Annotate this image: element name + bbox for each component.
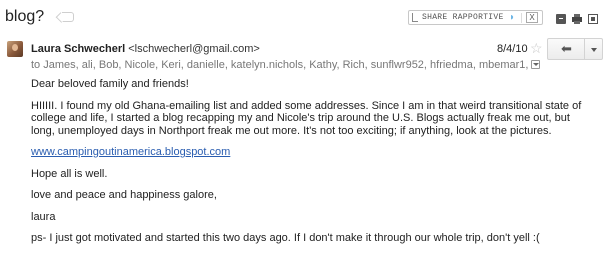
show-details-icon[interactable]: [531, 60, 541, 69]
body-paragraph: HIIIII. I found my old Ghana-emailing li…: [31, 99, 582, 137]
reply-button[interactable]: ⬅: [547, 38, 585, 60]
message-body: Dear beloved family and friends! HIIIII.…: [31, 78, 591, 254]
hope-line: Hope all is well.: [31, 167, 108, 180]
sender-line: Laura Schwecherl <lschwecherl@gmail.com>: [31, 43, 260, 55]
recipients-line: to James, ali, Bob, Nicole, Keri, daniel…: [31, 59, 541, 71]
message-date: 8/4/10: [497, 43, 528, 55]
sender-email: <lschwecherl@gmail.com>: [128, 43, 260, 55]
print-icon[interactable]: [572, 14, 582, 24]
sender-name[interactable]: Laura Schwecherl: [31, 43, 125, 55]
rapportive-divider: [521, 13, 522, 23]
closing-line: love and peace and happiness galore,: [31, 189, 217, 201]
twitter-bird-icon: ◗: [509, 12, 516, 23]
star-icon[interactable]: ☆: [530, 40, 543, 57]
reply-arrow-icon: ⬅: [561, 41, 572, 56]
greeting: Dear beloved family and friends!: [31, 78, 189, 90]
new-window-icon[interactable]: [588, 14, 598, 24]
blog-link[interactable]: www.campingoutinamerica.blogspot.com: [31, 146, 230, 158]
avatar: [7, 41, 23, 57]
more-actions-button[interactable]: [584, 38, 603, 60]
signature: laura: [31, 210, 56, 223]
rapportive-label: SHARE RAPPORTIVE: [422, 13, 504, 22]
label-tag-icon[interactable]: [62, 12, 74, 22]
archive-icon[interactable]: [556, 14, 566, 24]
subject-row: blog? SHARE RAPPORTIVE ◗ X: [0, 0, 604, 34]
recipients-list: to James, ali, Bob, Nicole, Keri, daniel…: [31, 59, 529, 71]
rapportive-flag-icon: [412, 13, 418, 22]
email-subject: blog?: [5, 8, 45, 25]
rapportive-close-button[interactable]: X: [526, 12, 538, 23]
rapportive-share-button[interactable]: SHARE RAPPORTIVE ◗ X: [408, 10, 543, 25]
ps-line: ps- I just got motivated and started thi…: [31, 232, 540, 244]
